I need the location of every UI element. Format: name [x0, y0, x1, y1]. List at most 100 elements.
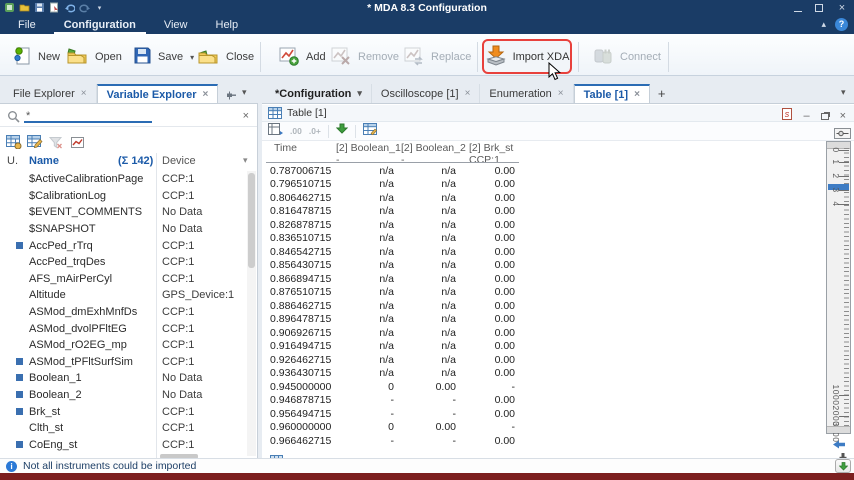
variable-row[interactable]: Clth_stCCP:1: [0, 420, 246, 437]
tab-enumeration[interactable]: Enumeration ×: [480, 84, 573, 103]
close-button[interactable]: ×: [836, 2, 848, 14]
table-row[interactable]: 0.916494715n/an/a0.00: [266, 340, 522, 354]
table-row[interactable]: 0.886462715n/an/a0.00: [266, 299, 522, 313]
time-slider-rail[interactable]: 01234100020003000: [826, 141, 851, 434]
table-row[interactable]: 0.896478715n/an/a0.00: [266, 313, 522, 327]
table-row[interactable]: 0.96000000000.00-: [266, 421, 522, 435]
close-tab-icon[interactable]: ×: [465, 88, 471, 99]
edit-columns-icon[interactable]: [363, 122, 377, 140]
variable-row[interactable]: ASMod_dvolPFltEGCCP:1: [0, 320, 246, 337]
export-corner-button[interactable]: [835, 459, 851, 473]
table-row[interactable]: 0.826878715n/an/a0.00: [266, 218, 522, 232]
instrument-minimize-icon[interactable]: –: [803, 111, 809, 122]
help-icon[interactable]: ?: [835, 18, 848, 31]
tab-variable-explorer[interactable]: Variable Explorer ×: [97, 84, 219, 103]
table-row[interactable]: 0.956494715--0.00: [266, 407, 522, 421]
instrument-close-icon[interactable]: ×: [840, 111, 846, 122]
column-header-device[interactable]: Device: [162, 155, 196, 167]
variable-row[interactable]: $SNAPSHOTNo Data: [0, 221, 246, 238]
search-input[interactable]: * ×: [0, 106, 257, 127]
table-row[interactable]: 0.806462715n/an/a0.00: [266, 191, 522, 205]
table-row[interactable]: 0.846542715n/an/a0.00: [266, 245, 522, 259]
table-row[interactable]: 0.906926715n/an/a0.00: [266, 326, 522, 340]
scrollbar-thumb[interactable]: [248, 173, 255, 268]
tab-overflow-caret-icon[interactable]: ▾: [841, 87, 846, 98]
menu-help[interactable]: Help: [206, 17, 249, 34]
tab-table-1[interactable]: Table [1] ×: [574, 84, 650, 103]
table-row[interactable]: 0.796510715n/an/a0.00: [266, 178, 522, 192]
clear-search-icon[interactable]: ×: [243, 110, 249, 122]
table-row[interactable]: 0.856430715n/an/a0.00: [266, 259, 522, 273]
instrument-titlebar[interactable]: Table [1] s – ×: [262, 105, 854, 122]
table-row[interactable]: 0.836510715n/an/a0.00: [266, 232, 522, 246]
variable-row[interactable]: $ActiveCalibrationPageCCP:1: [0, 171, 246, 188]
col-header-boolean1[interactable]: [2] Boolean_1: [336, 142, 401, 154]
variable-row[interactable]: ASMod_rO2EG_mpCCP:1: [0, 337, 246, 354]
menu-file[interactable]: File: [8, 17, 46, 34]
table-row[interactable]: 0.876510715n/an/a0.00: [266, 286, 522, 300]
variable-row[interactable]: AltitudeGPS_Device:1: [0, 287, 246, 304]
close-tab-icon[interactable]: ×: [634, 89, 640, 100]
close-tab-icon[interactable]: ×: [202, 89, 208, 100]
variable-row[interactable]: AccPed_rTrqCCP:1: [0, 237, 246, 254]
minimize-button[interactable]: [794, 5, 802, 12]
maximize-button[interactable]: [815, 4, 823, 12]
usage-cell: [0, 372, 29, 384]
usage-cell: [0, 240, 29, 252]
slider-bottom-cap[interactable]: [827, 426, 850, 433]
add-layer-button[interactable]: +: [650, 84, 674, 103]
table-row[interactable]: 0.866894715n/an/a0.00: [266, 272, 522, 286]
close-config-button[interactable]: Close: [197, 42, 254, 72]
variable-row[interactable]: ASMod_tPFltSurfSimCCP:1: [0, 354, 246, 371]
tab-file-explorer[interactable]: File Explorer ×: [4, 84, 97, 103]
new-button[interactable]: New: [12, 42, 60, 72]
table-row[interactable]: 0.816478715n/an/a0.00: [266, 205, 522, 219]
open-button[interactable]: Open: [66, 42, 122, 72]
table-row[interactable]: 0.94500000000.00-: [266, 380, 522, 394]
table-row[interactable]: 0.936430715n/an/a0.00: [266, 367, 522, 381]
col-header-time[interactable]: Time: [266, 142, 336, 154]
column-header-name[interactable]: Name: [29, 155, 59, 167]
variable-row[interactable]: $EVENT_COMMENTSNo Data: [0, 204, 246, 221]
edit-table-icon[interactable]: [27, 135, 43, 149]
variable-row[interactable]: CoEng_stCCP:1: [0, 437, 246, 454]
variable-row[interactable]: AFS_mAirPerCylCCP:1: [0, 271, 246, 288]
table-row[interactable]: 0.787006715n/an/a0.00: [266, 164, 522, 178]
col-header-brk-st[interactable]: [2] Brk_st: [469, 142, 522, 154]
table-row[interactable]: 0.926462715n/an/a0.00: [266, 353, 522, 367]
variable-row[interactable]: Boolean_2No Data: [0, 387, 246, 404]
variable-row[interactable]: $CalibrationLogCCP:1: [0, 188, 246, 205]
variable-row[interactable]: ASMod_dmExhMnfDsCCP:1: [0, 304, 246, 321]
table-cell: -: [336, 394, 394, 406]
close-tab-icon[interactable]: ×: [81, 88, 87, 99]
tab-configuration[interactable]: *Configuration ▾: [266, 84, 372, 103]
table-config-icon[interactable]: [268, 122, 283, 140]
variable-row[interactable]: Brk_stCCP:1: [0, 403, 246, 420]
variable-list-scrollbar[interactable]: [247, 171, 256, 456]
add-button[interactable]: Add: [278, 42, 326, 72]
column-header-u[interactable]: U.: [7, 155, 18, 167]
instrument-restore-icon[interactable]: [821, 113, 829, 120]
variable-row[interactable]: Boolean_1No Data: [0, 370, 246, 387]
variable-row[interactable]: AccPed_trqDesCCP:1: [0, 254, 246, 271]
table-cell: n/a: [336, 165, 394, 177]
device-filter-caret-icon[interactable]: ▾: [243, 155, 248, 166]
save-dropdown-caret-icon[interactable]: ▾: [190, 53, 194, 62]
close-tab-icon[interactable]: ×: [558, 88, 564, 99]
export-values-icon[interactable]: [336, 122, 348, 140]
table-view-icon[interactable]: [6, 135, 22, 149]
table-cell: -: [336, 408, 394, 420]
tab-oscilloscope[interactable]: Oscilloscope [1] ×: [372, 84, 481, 103]
table-cell: n/a: [394, 232, 456, 244]
collapse-ribbon-icon[interactable]: ▴: [821, 19, 826, 30]
tab-dropdown-caret-icon[interactable]: ▾: [357, 88, 362, 99]
table-row[interactable]: 0.946878715--0.00: [266, 394, 522, 408]
chart-preview-icon[interactable]: [71, 137, 84, 148]
table-cell: 0.00: [456, 340, 515, 352]
save-button[interactable]: Save ▾: [133, 42, 194, 72]
table-row[interactable]: 0.966462715--0.00: [266, 434, 522, 448]
col-header-boolean2[interactable]: [2] Boolean_2: [401, 142, 469, 154]
menu-configuration[interactable]: Configuration: [54, 17, 146, 34]
menu-view[interactable]: View: [154, 17, 198, 34]
panel-menu-caret-icon[interactable]: ▾: [242, 87, 247, 98]
